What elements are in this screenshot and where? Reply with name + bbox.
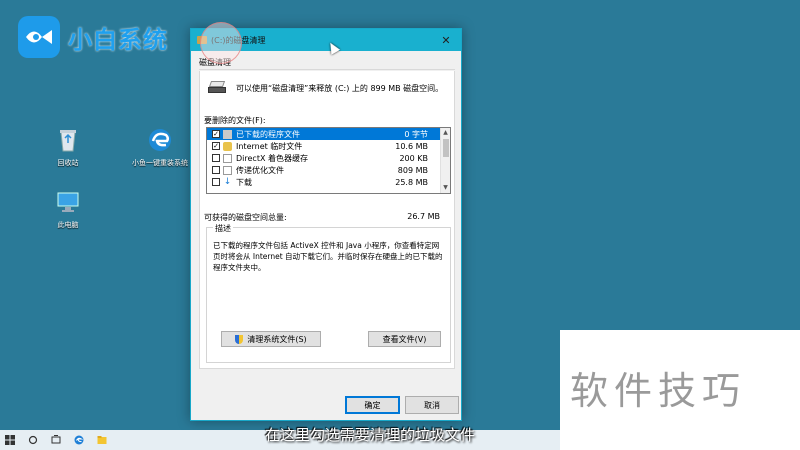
desktop-icon-reinstall[interactable]: 小鱼一键重装系统: [130, 126, 190, 168]
document-icon: [223, 165, 232, 175]
total-space: 可获得的磁盘空间总量: 26.7 MB: [204, 212, 440, 223]
task-view-icon[interactable]: [51, 435, 61, 445]
file-name: 下载: [236, 177, 252, 187]
ok-button[interactable]: 确定: [345, 396, 400, 414]
file-name: DirectX 着色器缓存: [236, 153, 308, 163]
computer-icon: [54, 188, 82, 216]
file-checkbox[interactable]: [212, 154, 220, 162]
file-checkbox[interactable]: ✓: [212, 142, 220, 150]
desktop-icon-this-pc[interactable]: 此电脑: [38, 188, 98, 230]
video-subtitle: 在这里勾选需要清理的垃圾文件: [265, 426, 476, 444]
file-checkbox[interactable]: [212, 178, 220, 186]
lock-icon: [223, 141, 232, 151]
list-item[interactable]: 传递优化文件 809 MB: [207, 164, 450, 176]
tab-divider: [199, 69, 455, 70]
intro: 可以使用“磁盘清理”来释放 (C:) 上的 899 MB 磁盘空间。: [208, 81, 443, 95]
list-item[interactable]: ↓ 下载 25.8 MB: [207, 176, 450, 188]
files-to-delete-label: 要删除的文件(F):: [204, 116, 266, 125]
recycle-bin-icon: [54, 126, 82, 154]
click-highlight: [200, 22, 242, 64]
window-title: (C:)的磁盘清理: [211, 35, 266, 45]
file-name: 已下载的程序文件: [236, 129, 300, 139]
search-icon[interactable]: [28, 435, 38, 445]
total-space-label: 可获得的磁盘空间总量:: [204, 213, 287, 222]
desktop-icon-label: 此电脑: [57, 221, 79, 229]
file-checkbox[interactable]: [212, 166, 220, 174]
ok-label: 确定: [364, 400, 381, 410]
total-space-value: 26.7 MB: [407, 212, 440, 221]
tab-panel: 可以使用“磁盘清理”来释放 (C:) 上的 899 MB 磁盘空间。 要删除的文…: [199, 71, 455, 369]
file-icon: [223, 129, 232, 139]
desktop-icon-label: 回收站: [57, 159, 79, 167]
description-text: 已下载的程序文件包括 ActiveX 控件和 Java 小程序，你查看特定网页时…: [213, 241, 443, 272]
file-name: 传递优化文件: [236, 165, 284, 175]
description-group: 描述 已下载的程序文件包括 ActiveX 控件和 Java 小程序，你查看特定…: [206, 223, 451, 363]
view-files-button[interactable]: 查看文件(V): [368, 331, 441, 347]
document-icon: [223, 153, 232, 163]
scroll-thumb[interactable]: [443, 139, 449, 157]
brand-logo-text: 小白系统: [68, 25, 168, 54]
cancel-button[interactable]: 取消: [405, 396, 459, 414]
edge-browser-icon[interactable]: [74, 435, 84, 445]
clean-system-files-label: 清理系统文件(S): [247, 334, 307, 344]
description-legend: 描述: [213, 223, 233, 234]
cancel-label: 取消: [424, 400, 440, 410]
desktop-icon-label: 小鱼一键重装系统: [132, 159, 188, 167]
download-arrow-icon: ↓: [223, 176, 232, 187]
list-item[interactable]: ✓ 已下载的程序文件 0 字节: [207, 128, 450, 140]
scroll-down-arrow-icon[interactable]: ▼: [441, 183, 450, 193]
windows-start-icon[interactable]: [5, 435, 15, 445]
list-scrollbar[interactable]: ▲ ▼: [440, 128, 450, 193]
brand-logo: 小白系统: [18, 16, 168, 58]
scroll-up-arrow-icon[interactable]: ▲: [441, 128, 450, 138]
shield-icon: [235, 334, 244, 344]
list-item[interactable]: DirectX 着色器缓存 200 KB: [207, 152, 450, 164]
edge-icon: [146, 126, 174, 154]
file-name: Internet 临时文件: [236, 141, 303, 151]
brand-logo-icon: [18, 16, 60, 58]
disk-cleanup-dialog: (C:)的磁盘清理 ✕ 磁盘清理 可以使用“磁盘清理”来释放 (C:) 上的 8…: [190, 28, 462, 421]
file-explorer-icon[interactable]: [97, 435, 107, 445]
drive-icon: [208, 81, 226, 95]
files-listbox[interactable]: ✓ 已下载的程序文件 0 字节 ✓ Internet 临时文件 10.6 MB …: [206, 127, 451, 194]
clean-system-files-button[interactable]: 清理系统文件(S): [221, 331, 321, 347]
list-item[interactable]: ✓ Internet 临时文件 10.6 MB: [207, 140, 450, 152]
view-files-label: 查看文件(V): [382, 334, 427, 344]
desktop-icon-recycle-bin[interactable]: 回收站: [38, 126, 98, 168]
file-checkbox[interactable]: ✓: [212, 130, 220, 138]
intro-text: 可以使用“磁盘清理”来释放 (C:) 上的 899 MB 磁盘空间。: [236, 83, 444, 93]
close-button[interactable]: ✕: [431, 29, 461, 51]
watermark-text: 软件技巧: [570, 369, 747, 413]
